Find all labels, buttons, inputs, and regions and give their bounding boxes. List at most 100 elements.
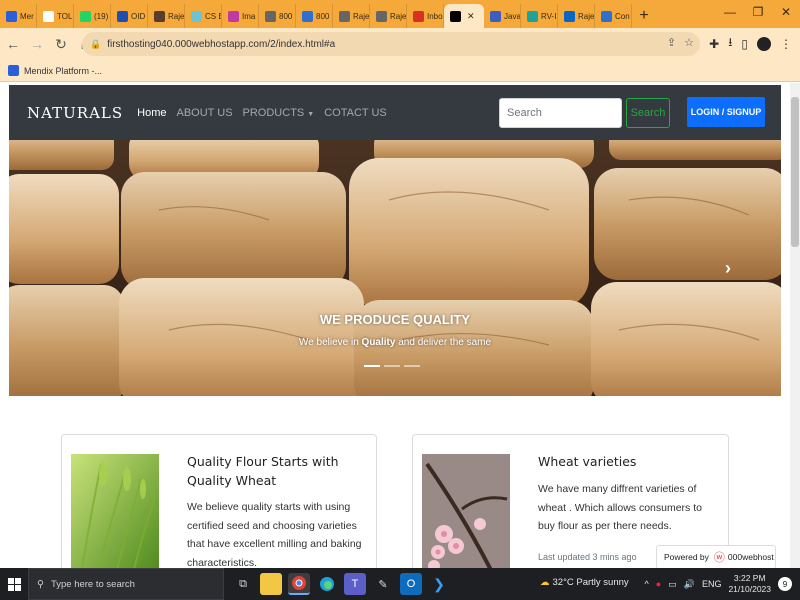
pen-app-icon[interactable]: ✎: [372, 573, 394, 595]
reload-icon[interactable]: ↻: [50, 33, 72, 55]
edge-icon[interactable]: [316, 573, 338, 595]
browser-toolbar: ← → ↻ ⌂ 🔒 firsthosting040.000webhostapp.…: [0, 28, 800, 60]
card1-title: Quality Flour Starts with Quality Wheat: [187, 454, 339, 488]
browser-tab[interactable]: OID: [111, 4, 148, 28]
bookmark-star-icon[interactable]: ☆: [684, 36, 694, 49]
nav-home[interactable]: Home: [137, 107, 166, 119]
card2-updated: Last updated 3 mins ago: [538, 552, 637, 562]
mendix-icon: [8, 65, 19, 76]
carousel-title: WE PRODUCE QUALITY: [319, 312, 471, 327]
carousel-indicator-3[interactable]: [404, 365, 420, 367]
nav-contact[interactable]: COTACT US: [324, 107, 387, 119]
outlook-icon[interactable]: O: [400, 573, 422, 595]
browser-tab[interactable]: 800: [259, 4, 296, 28]
site-search-button[interactable]: Search: [626, 98, 670, 128]
tab-favicon-icon: [339, 10, 350, 22]
taskbar-apps: ⧉ T ✎ O ❯: [232, 573, 450, 595]
tab-label: Mer: [20, 11, 34, 21]
task-view-icon[interactable]: ⧉: [232, 573, 254, 595]
profile-avatar[interactable]: [757, 36, 771, 51]
share-icon[interactable]: ⇪: [667, 36, 676, 49]
weather-widget[interactable]: ☁ 32°C Partly sunny: [540, 577, 629, 588]
system-tray: ^ ● ▭ 🔊 ENG 3:22 PM 21/10/2023 9: [645, 568, 792, 600]
weather-text: 32°C Partly sunny: [552, 577, 629, 588]
tab-close-icon[interactable]: ✕: [467, 11, 475, 22]
taskbar-search-placeholder: Type here to search: [50, 578, 135, 590]
file-explorer-icon[interactable]: [260, 573, 282, 595]
tab-label: Con: [615, 11, 630, 21]
teams-icon[interactable]: T: [344, 573, 366, 595]
nav-products-label: PRODUCTS: [242, 106, 305, 119]
scrollbar-thumb[interactable]: [791, 97, 799, 247]
tab-favicon-icon: [413, 10, 424, 22]
browser-tab[interactable]: Java: [484, 4, 521, 28]
browser-tab[interactable]: Con: [595, 4, 632, 28]
site-search-input[interactable]: [499, 98, 622, 128]
browser-tab[interactable]: ✕: [444, 4, 484, 28]
back-icon[interactable]: ←: [2, 33, 24, 55]
browser-tab[interactable]: 800: [296, 4, 333, 28]
carousel-text: We believe in Quality and deliver the sa…: [9, 337, 781, 348]
browser-tab[interactable]: Raje: [558, 4, 595, 28]
minimize-icon[interactable]: —: [716, 2, 744, 22]
tab-label: CS E: [205, 11, 222, 21]
nav-about[interactable]: ABOUT US: [177, 107, 233, 119]
card2-text: We have many diffrent varieties of wheat…: [538, 483, 702, 532]
powered-by-badge[interactable]: Powered by ⓦ 000webhost: [656, 545, 776, 568]
caret-down-icon: ▼: [307, 110, 315, 118]
volume-icon[interactable]: 🔊: [684, 579, 695, 590]
tab-favicon-icon: [527, 10, 538, 22]
site-navbar: NATURALS Home ABOUT US PRODUCTS ▼ COTACT …: [9, 85, 781, 140]
tab-favicon-icon: [43, 10, 54, 22]
show-hidden-icon[interactable]: ^: [645, 579, 649, 589]
download-icon[interactable]: ⭳: [728, 33, 732, 54]
close-window-icon[interactable]: ✕: [772, 2, 800, 22]
windows-start-icon[interactable]: [0, 568, 28, 600]
browser-tab[interactable]: Ima: [222, 4, 259, 28]
page-viewport: NATURALS Home ABOUT US PRODUCTS ▼ COTACT …: [0, 83, 800, 568]
forward-icon[interactable]: →: [26, 33, 48, 55]
browser-tab[interactable]: Raje: [148, 4, 185, 28]
clock[interactable]: 3:22 PM 21/10/2023: [728, 573, 771, 595]
clock-time: 3:22 PM: [733, 573, 766, 583]
carousel-indicator-1[interactable]: [364, 365, 380, 367]
windows-taskbar: ⚲ Type here to search ⧉ T ✎ O ❯ ☁ 32°C P…: [0, 568, 800, 600]
brand-logo[interactable]: NATURALS: [27, 104, 123, 122]
language-indicator[interactable]: ENG: [702, 579, 722, 589]
carousel-next-icon[interactable]: ›: [725, 258, 731, 279]
page-scrollbar[interactable]: [790, 83, 800, 568]
extensions-icon[interactable]: ✚: [709, 37, 719, 51]
nav-products[interactable]: PRODUCTS ▼: [243, 107, 315, 119]
tab-favicon-icon: [302, 10, 313, 22]
url-text: firsthosting040.000webhostapp.com/2/inde…: [107, 38, 336, 50]
new-tab-icon[interactable]: +: [632, 4, 656, 28]
bread-image: [9, 140, 781, 396]
vscode-icon[interactable]: ❯: [428, 573, 450, 595]
browser-tab[interactable]: TOL: [37, 4, 74, 28]
carousel-indicator-2[interactable]: [384, 365, 400, 367]
restore-icon[interactable]: ❐: [744, 2, 772, 22]
carousel-text-bold: Quality: [361, 337, 396, 348]
browser-tab[interactable]: Raje: [370, 4, 407, 28]
menu-icon[interactable]: ⋮: [780, 37, 792, 51]
chrome-icon[interactable]: [288, 573, 310, 595]
browser-tab[interactable]: Raje: [333, 4, 370, 28]
browser-tab[interactable]: CS E: [185, 4, 222, 28]
browser-tab[interactable]: Inbo: [407, 4, 444, 28]
login-signup-button[interactable]: LOGIN / SIGNUP: [687, 97, 765, 127]
tray-app-icon[interactable]: ●: [656, 579, 661, 589]
tab-label: Ima: [242, 11, 256, 21]
side-panel-icon[interactable]: ▯: [741, 37, 748, 51]
browser-tab[interactable]: Mer: [0, 4, 37, 28]
tab-label: Inbo: [427, 11, 443, 21]
taskbar-search[interactable]: ⚲ Type here to search: [28, 568, 224, 600]
search-icon: ⚲: [37, 578, 44, 590]
network-icon[interactable]: ▭: [668, 579, 677, 590]
browser-tab[interactable]: (19): [74, 4, 111, 28]
address-bar[interactable]: 🔒 firsthosting040.000webhostapp.com/2/in…: [82, 32, 700, 56]
bookmark-item[interactable]: Mendix Platform -...: [24, 66, 102, 76]
notifications-badge[interactable]: 9: [778, 577, 792, 591]
card-quality-flour: Quality Flour Starts with Quality Wheat …: [61, 434, 377, 568]
browser-tab[interactable]: RV-I: [521, 4, 558, 28]
site-info-icon[interactable]: 🔒: [90, 39, 101, 50]
